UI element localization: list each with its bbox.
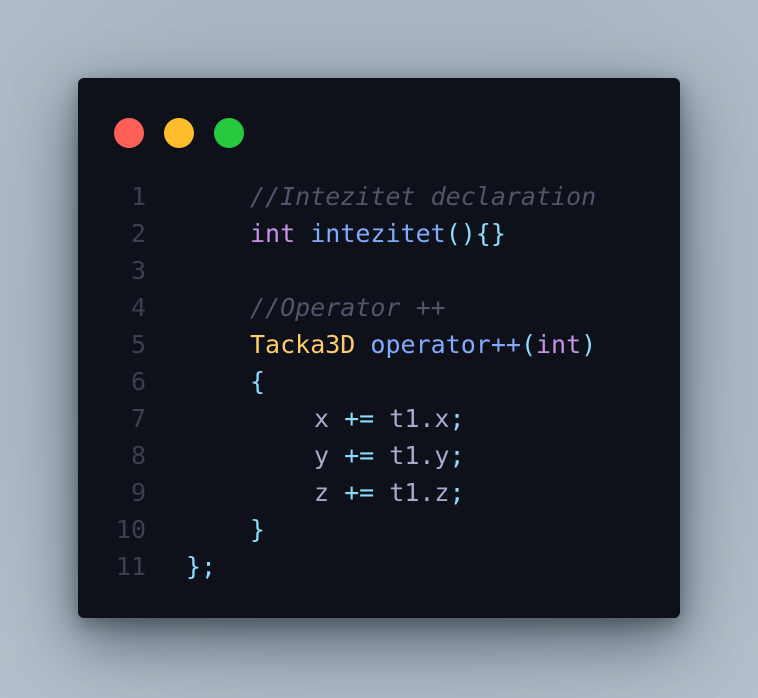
code-token-punct: }; [186,552,217,581]
code-line: 8 y += t1.y; [78,437,680,474]
line-source: Tacka3D operator++(int) [250,326,596,363]
line-number: 1 [130,182,146,211]
code-line: 3 [78,252,680,289]
line-number: 5 [130,330,146,359]
code-token-punct: ) [581,330,597,359]
line-number: 6 [130,367,146,396]
line-number: 4 [130,293,146,322]
code-token-text: z [314,478,345,507]
line-source: int intezitet(){} [250,215,506,252]
code-token-keyword: int [250,219,296,248]
line-source: { [250,363,265,400]
code-token-punct: } [250,515,266,544]
code-line: 4 //Operator ++ [78,289,680,326]
code-token-op: += [344,478,375,507]
code-token-op: += [344,404,375,433]
minimize-window-button[interactable] [164,118,194,148]
code-line: 5 Tacka3D operator++(int) [78,326,680,363]
code-window: 1//Intezitet declaration 2 int intezitet()… [78,78,680,618]
code-token-text: t1.z [374,478,450,507]
code-token-punct: { [250,367,266,396]
code-token-function: intezitet [310,219,446,248]
code-token-punct: ; [449,478,465,507]
code-token-op: += [344,441,375,470]
code-line: 6{ [78,363,680,400]
code-line: 10} [78,511,680,548]
line-number: 8 [130,441,146,470]
line-source: //Operator ++ [250,289,446,326]
code-line: 2 int intezitet(){} [78,215,680,252]
code-editor[interactable]: 1//Intezitet declaration 2 int intezitet()… [78,178,680,585]
line-source: //Intezitet declaration [250,178,596,215]
line-source: } [250,511,265,548]
line-number: 3 [130,256,146,285]
line-number: 9 [130,478,146,507]
maximize-window-button[interactable] [214,118,244,148]
code-line: 9 z += t1.z; [78,474,680,511]
close-window-button[interactable] [114,118,144,148]
code-token-comment: //Operator ++ [250,293,446,322]
code-token-text: t1.x [374,404,450,433]
code-token-text: y [314,441,345,470]
line-number: 2 [130,219,146,248]
line-number: 11 [115,552,146,581]
code-line: 1 //Intezitet declaration [78,178,680,215]
code-token-text: x [314,404,345,433]
code-line: 11}; [78,548,680,585]
code-token-punct: ; [449,404,465,433]
code-token-punct: (){} [445,219,506,248]
code-token-keyword: int [536,330,582,359]
code-token-punct: ( [520,330,536,359]
line-source: }; [186,548,216,585]
code-token-text: t1.y [374,441,450,470]
line-source: x += t1.x; [314,400,465,437]
code-token-type: Tacka3D [250,330,356,359]
line-source: z += t1.z; [314,474,465,511]
code-line: 7 x += t1.x; [78,400,680,437]
code-token-comment: //Intezitet declaration [250,182,597,211]
code-token-function: operator++ [370,330,521,359]
line-number: 10 [115,515,146,544]
code-token-punct: ; [449,441,465,470]
line-source: y += t1.y; [314,437,465,474]
line-number: 7 [130,404,146,433]
